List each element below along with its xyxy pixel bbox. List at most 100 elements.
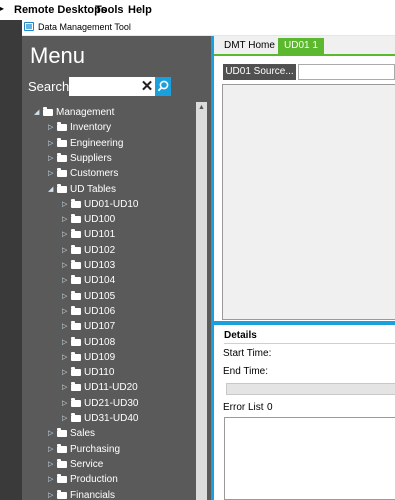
tab-dmt-home[interactable]: DMT Home <box>218 38 281 54</box>
menu-tools[interactable]: Tools <box>95 4 124 16</box>
source-button[interactable]: UD01 Source... <box>223 64 296 80</box>
tree-item-label: Customers <box>70 168 119 180</box>
collapsed-arrow-icon[interactable]: ▷ <box>48 137 53 151</box>
folder-icon <box>71 305 81 315</box>
tree-item-label: UD108 <box>84 336 116 348</box>
tree-item[interactable]: ▷ Suppliers <box>48 152 194 166</box>
tree-item[interactable]: ▷ UD104 <box>62 274 194 288</box>
tree-item-label: UD109 <box>84 351 116 363</box>
tree-item[interactable]: ▷ UD106 <box>62 305 194 319</box>
panel-splitter[interactable] <box>214 321 395 325</box>
title-bar: Data Management Tool <box>22 18 395 36</box>
folder-icon <box>71 214 81 224</box>
tree-item-label: UD11-UD20 <box>84 382 138 394</box>
collapsed-arrow-icon[interactable]: ▷ <box>62 336 67 350</box>
folder-icon <box>57 152 67 162</box>
collapsed-arrow-icon[interactable]: ▷ <box>48 458 53 472</box>
tree-item-label: Suppliers <box>70 152 112 164</box>
collapsed-arrow-icon[interactable]: ▷ <box>62 351 67 365</box>
tree-item[interactable]: ▷ UD107 <box>62 320 194 334</box>
folder-icon <box>57 183 67 193</box>
tree-item[interactable]: ▷ UD105 <box>62 290 194 304</box>
app-icon <box>24 22 34 31</box>
tree-item[interactable]: ▷ UD01-UD10 <box>62 198 194 212</box>
tree-item[interactable]: ▷ Financials <box>48 489 194 500</box>
tree-item-label: UD106 <box>84 305 116 317</box>
tree-item[interactable]: ▷ UD109 <box>62 351 194 365</box>
tree-item-label: UD102 <box>84 244 116 256</box>
collapsed-arrow-icon[interactable]: ▷ <box>48 152 53 166</box>
tree-item[interactable]: ▷ Inventory <box>48 121 194 135</box>
tree-item[interactable]: ▷ UD102 <box>62 244 194 258</box>
end-time-label: End Time: <box>223 366 269 377</box>
collapsed-arrow-icon[interactable]: ▷ <box>62 320 67 334</box>
collapsed-arrow-icon[interactable]: ▷ <box>62 290 67 304</box>
tree-item[interactable]: ▷ UD31-UD40 <box>62 412 194 426</box>
tree-item[interactable]: ▷ UD11-UD20 <box>62 381 194 395</box>
tree-item-label: Service <box>70 458 104 470</box>
folder-icon <box>71 321 81 331</box>
menu-heading: Menu <box>30 43 86 68</box>
folder-icon <box>71 351 81 361</box>
collapsed-arrow-icon[interactable]: ▷ <box>62 259 67 273</box>
tree-item[interactable]: ▷ UD110 <box>62 366 194 380</box>
tree-item-label: UD107 <box>84 321 116 333</box>
tab-ud01[interactable]: UD01 1 <box>278 38 324 54</box>
collapsed-arrow-icon[interactable]: ▷ <box>48 489 53 500</box>
tree-item-label: UD103 <box>84 260 116 271</box>
folder-icon <box>71 244 81 254</box>
collapsed-arrow-icon[interactable]: ▷ <box>62 198 67 212</box>
tree-item[interactable]: ▷ Service <box>48 458 194 472</box>
source-path-input[interactable] <box>298 64 395 80</box>
tree-item[interactable]: ▷ Engineering <box>48 137 194 151</box>
tree-item[interactable]: ▷ UD101 <box>62 228 194 242</box>
sidebar: Menu Search ✕ ◢ Management ▷ Inventory ▷ Engi… <box>22 36 211 500</box>
folder-icon <box>71 290 81 300</box>
collapsed-arrow-icon[interactable]: ▷ <box>62 244 67 258</box>
collapsed-arrow-icon[interactable]: ▷ <box>62 381 67 395</box>
collapsed-arrow-icon[interactable]: ▷ <box>48 167 53 181</box>
collapsed-arrow-icon[interactable]: ▷ <box>62 228 67 242</box>
tree-item[interactable]: ▷ UD21-UD30 <box>62 397 194 411</box>
collapsed-arrow-icon[interactable]: ▷ <box>62 213 67 227</box>
collapsed-arrow-icon[interactable]: ▷ <box>48 427 53 441</box>
expanded-arrow-icon[interactable]: ◢ <box>34 106 39 120</box>
error-list-label: Error List <box>223 402 264 413</box>
collapsed-arrow-icon[interactable]: ▷ <box>62 412 67 426</box>
collapsed-arrow-icon[interactable]: ▷ <box>48 443 53 457</box>
tree-item[interactable]: ▷ UD103 <box>62 259 194 273</box>
tree-item[interactable]: ▷ Sales <box>48 427 194 441</box>
tree-item[interactable]: ▷ Customers <box>48 167 194 181</box>
search-button[interactable] <box>155 77 171 96</box>
error-list[interactable] <box>224 417 395 500</box>
app-window: ▸ Remote Desktops Tools Help Data Manage… <box>0 0 395 500</box>
main-panel: DMT Home UD01 1 UD01 Source... Details S… <box>214 36 395 500</box>
menu-remote-desktops[interactable]: Remote Desktops <box>14 4 107 16</box>
menu-help[interactable]: Help <box>128 4 152 16</box>
tree-scrollbar[interactable]: ▲ <box>196 102 207 500</box>
tree-item[interactable]: ▷ Production <box>48 473 194 487</box>
tree-item[interactable]: ◢ Management <box>34 106 194 120</box>
expanded-arrow-icon[interactable]: ◢ <box>48 183 53 197</box>
tree-item[interactable]: ▷ UD108 <box>62 336 194 350</box>
tree-item[interactable]: ▷ Purchasing <box>48 443 194 457</box>
tree-item-label: Production <box>70 474 118 486</box>
folder-icon <box>71 397 81 407</box>
tree-item[interactable]: ◢ UD Tables <box>48 183 194 197</box>
search-label: Search <box>28 79 70 94</box>
collapsed-arrow-icon[interactable]: ▷ <box>48 121 53 135</box>
tree-item-label: UD105 <box>84 290 116 302</box>
collapsed-arrow-icon[interactable]: ▷ <box>62 366 67 380</box>
folder-icon <box>71 260 81 269</box>
collapsed-arrow-icon[interactable]: ▷ <box>62 274 67 288</box>
collapsed-arrow-icon[interactable]: ▷ <box>62 305 67 319</box>
folder-icon <box>57 489 67 499</box>
tree-item[interactable]: ▷ UD100 <box>62 213 194 227</box>
scroll-up-icon[interactable]: ▲ <box>196 102 207 113</box>
tree-item-label: UD104 <box>84 275 116 287</box>
collapsed-arrow-icon[interactable]: ▷ <box>48 473 53 487</box>
clear-search-icon[interactable]: ✕ <box>139 78 155 95</box>
collapsed-arrow-icon[interactable]: ▷ <box>62 397 67 411</box>
tree-item-label: UD01-UD10 <box>84 198 139 210</box>
window-edge-strip <box>0 20 22 500</box>
